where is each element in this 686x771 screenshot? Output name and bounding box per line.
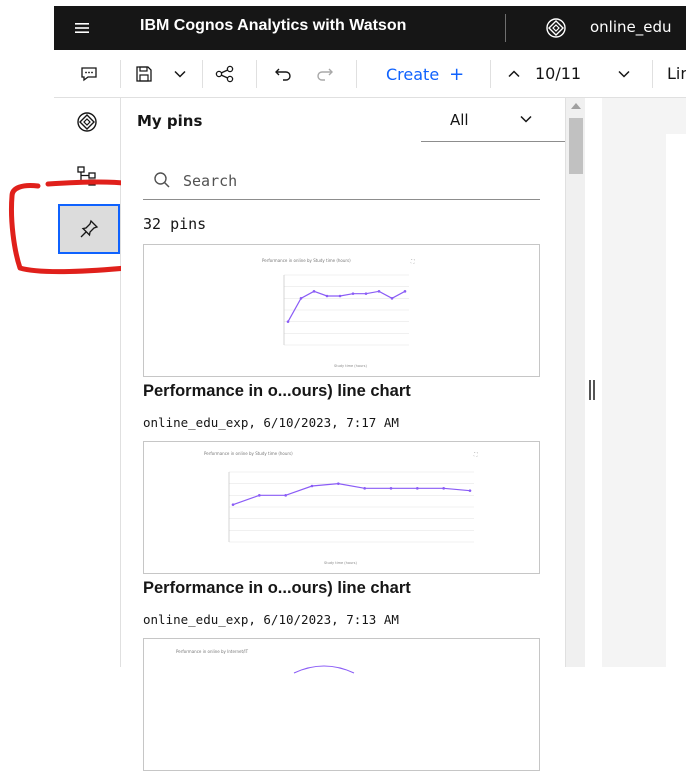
chevron-down-icon[interactable] [168,50,192,98]
search-box[interactable] [143,162,540,200]
divider [490,60,491,88]
thumb-point [403,290,407,293]
divider [256,60,257,88]
share-icon[interactable] [212,50,238,98]
data-module-icon [545,17,567,39]
thumb-point [389,487,393,490]
thumb-point [284,494,287,497]
thumb-point [377,290,381,293]
panel-resize-handle[interactable] [589,380,595,400]
redo-icon[interactable] [312,50,338,98]
thumb-point [310,484,314,488]
top-bar: IBM Cognos Analytics with Watson online_… [54,6,686,50]
undo-icon[interactable] [270,50,296,98]
chevron-down-icon [519,112,533,126]
svg-text:Performance in online by Inter: Performance in online by Internet/IT [176,649,249,654]
left-rail [54,98,121,667]
svg-text:Study time (hours): Study time (hours) [324,561,357,565]
save-icon[interactable] [132,50,156,98]
pin-title[interactable]: Performance in o...ours) line chart [143,382,411,401]
thumb-point [416,487,419,490]
svg-text:Study time (hours): Study time (hours) [334,364,367,368]
thumb-point [312,290,316,293]
thumb-point [351,292,355,295]
search-icon [153,171,171,189]
thumb-point [390,297,394,300]
thumb-point [338,294,342,298]
pin-filter-dropdown[interactable]: All [421,98,565,142]
pin-icon[interactable] [58,204,120,254]
svg-text:Performance in online by Study: Performance in online by Study time (hou… [262,258,351,263]
dashboard-canvas [602,98,686,720]
pin-count: 32 pins [143,215,207,233]
thumb-point [468,489,472,492]
thumb-point [363,487,366,490]
pin-thumbnail[interactable]: Performance in online by Internet/IT [143,638,540,771]
thumb-point [286,320,290,323]
data-module-icon[interactable] [54,98,120,146]
pin-thumbnail[interactable]: Performance in online by Study time (hou… [143,244,540,377]
chevron-up-icon[interactable] [502,50,526,98]
panel-scrollbar[interactable] [565,98,585,667]
menu-icon[interactable] [72,18,92,38]
canvas-page [666,134,686,720]
divider [120,60,121,88]
thumb-point [299,297,303,300]
line-chart-thumbnail: Performance in online by Study time (hou… [262,258,415,368]
chevron-down-icon[interactable] [612,50,636,98]
thumb-point [364,292,368,295]
line-chart-thumbnail: Performance in online by Study time (hou… [204,451,478,565]
panel-title: My pins [137,112,203,130]
pin-meta: online_edu_exp, 6/10/2023, 7:13 AM [143,612,399,627]
create-label: Create [386,64,440,84]
thumb-point [325,294,329,298]
pins-panel: My pins All 32 pins Performance in onlin… [121,98,565,771]
thumb-line [232,483,471,506]
plus-icon: + [449,63,465,85]
app-title: IBM Cognos Analytics with Watson [140,17,407,34]
thumb-grid [283,274,409,346]
svg-text:⛶: ⛶ [474,452,478,458]
pin-thumbnail[interactable]: Performance in online by Study time (hou… [143,441,540,574]
svg-text:⛶: ⛶ [411,259,415,265]
pin-meta: online_edu_exp, 6/10/2023, 7:17 AM [143,415,399,430]
thumb-grid [228,471,474,543]
thumb-point [258,494,261,497]
comment-icon[interactable] [74,50,104,98]
divider [202,60,203,88]
create-button[interactable]: Create + [386,50,464,98]
thumb-line [287,290,406,322]
page-counter: 10/11 [535,64,582,83]
divider [505,14,506,42]
svg-text:Performance in online by Study: Performance in online by Study time (hou… [204,451,293,456]
scroll-up-arrow-icon[interactable] [571,103,581,109]
thumb-point [337,482,340,485]
pin-title[interactable]: Performance in o...ours) line chart [143,579,411,598]
divider [356,60,357,88]
datasource-name[interactable]: online_edu [590,18,672,36]
scroll-thumb[interactable] [569,118,583,174]
search-input[interactable] [183,166,523,196]
chart-thumbnail: Performance in online by Internet/IT [176,649,355,674]
hierarchy-icon[interactable] [54,152,120,200]
thumb-point [231,503,235,506]
divider [652,60,653,88]
visualization-type-label[interactable]: Lin [667,64,686,83]
thumb-point [442,487,445,490]
filter-value: All [450,111,469,129]
toolbar: Create + 10/11 Lin [54,50,686,98]
